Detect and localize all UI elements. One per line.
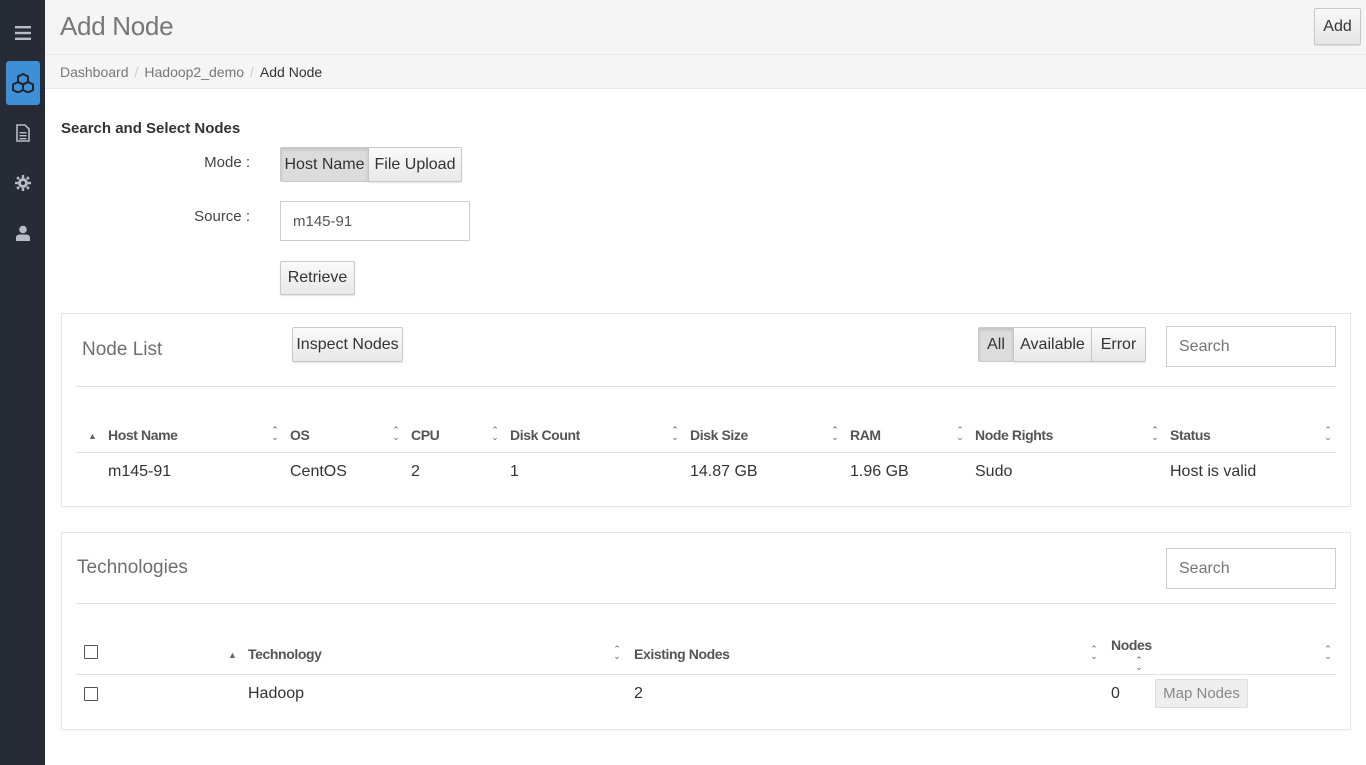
source-input[interactable] <box>280 201 470 241</box>
mode-toggle: Host Name File Upload <box>280 147 462 182</box>
table-cell-technology: Hadoop <box>248 685 305 702</box>
col-ram[interactable]: RAM <box>850 427 881 443</box>
sort-icon[interactable]: ⌃ ⌄ <box>1323 645 1333 661</box>
technology-search-input[interactable] <box>1166 548 1336 589</box>
menu-toggle[interactable] <box>0 11 45 55</box>
sort-icon[interactable]: ⌃ ⌄ <box>490 426 500 442</box>
table-cell-disk-count: 1 <box>510 463 519 480</box>
table-cell-node-rights: Sudo <box>975 463 1013 480</box>
page-title: Add Node <box>60 11 174 41</box>
col-status[interactable]: Status <box>1170 427 1211 443</box>
filter-all-button[interactable]: All <box>978 327 1014 362</box>
sidebar-item-users[interactable] <box>0 211 45 255</box>
col-cpu[interactable]: CPU <box>411 427 440 443</box>
sort-icon[interactable]: ⌃ ⌄ <box>612 645 622 661</box>
divider <box>76 674 1336 675</box>
sidebar <box>0 0 45 765</box>
sort-icon[interactable]: ⌃ ⌄ <box>1089 645 1099 661</box>
col-existing-nodes[interactable]: Existing Nodes <box>634 646 730 662</box>
mode-file-upload-button[interactable]: File Upload <box>369 147 462 182</box>
technologies-title: Technologies <box>77 557 188 578</box>
sidebar-item-clusters[interactable] <box>0 61 45 105</box>
map-nodes-button[interactable]: Map Nodes <box>1155 679 1248 708</box>
breadcrumb-cluster[interactable]: Hadoop2_demo <box>144 64 244 80</box>
sort-asc-icon: ▲ <box>88 431 97 441</box>
inspect-nodes-button[interactable]: Inspect Nodes <box>292 327 403 362</box>
sidebar-item-documents[interactable] <box>0 111 45 155</box>
search-select-title: Search and Select Nodes <box>61 120 241 137</box>
table-cell-cpu: 2 <box>411 463 420 480</box>
node-search-input[interactable] <box>1166 326 1336 367</box>
table-cell-nodes: 0 <box>1111 685 1120 702</box>
page-header: Add Node Add <box>45 0 1366 54</box>
divider <box>76 452 1336 453</box>
breadcrumb: Dashboard / Hadoop2_demo / Add Node <box>45 54 1366 89</box>
col-nodes[interactable]: Nodes <box>1111 637 1152 653</box>
breadcrumb-separator: / <box>134 63 139 80</box>
divider <box>76 386 1336 387</box>
sort-icon[interactable]: ⌃ ⌄ <box>1134 656 1144 672</box>
sort-icon[interactable]: ⌃ ⌄ <box>1323 426 1333 442</box>
breadcrumb-dashboard[interactable]: Dashboard <box>60 64 129 80</box>
table-cell-host-name: m145-91 <box>108 463 172 480</box>
table-cell-status: Host is valid <box>1170 463 1257 480</box>
cubes-icon <box>11 73 34 93</box>
breadcrumb-current: Add Node <box>259 63 323 80</box>
sort-icon[interactable]: ⌃ ⌄ <box>955 426 965 442</box>
table-cell-ram: 1.96 GB <box>850 463 909 480</box>
col-os[interactable]: OS <box>290 427 310 443</box>
user-icon <box>15 225 30 241</box>
col-host-name[interactable]: Host Name <box>108 427 178 443</box>
row-checkbox[interactable] <box>84 687 98 701</box>
sort-asc-icon: ▲ <box>228 650 237 660</box>
col-node-rights[interactable]: Node Rights <box>975 427 1053 443</box>
mode-host-name-button[interactable]: Host Name <box>280 147 369 182</box>
document-icon <box>15 124 30 142</box>
filter-error-button[interactable]: Error <box>1092 327 1146 362</box>
sort-icon[interactable]: ⌃ ⌄ <box>670 426 680 442</box>
table-cell-existing-nodes: 2 <box>634 685 643 702</box>
table-cell-os: CentOS <box>290 463 347 480</box>
technologies-panel: Technologies ▲ Technology ⌃⌄ Existing No… <box>61 532 1351 730</box>
status-filter: All Available Error <box>978 327 1146 362</box>
breadcrumb-separator: / <box>250 63 254 80</box>
menu-icon <box>14 26 31 40</box>
filter-available-button[interactable]: Available <box>1014 327 1092 362</box>
node-list-panel: Node List Inspect Nodes All Available Er… <box>61 313 1351 507</box>
retrieve-button[interactable]: Retrieve <box>280 261 355 295</box>
sidebar-item-settings[interactable] <box>0 161 45 205</box>
add-button[interactable]: Add <box>1314 8 1361 45</box>
col-disk-count[interactable]: Disk Count <box>510 427 580 443</box>
node-list-title: Node List <box>82 339 163 360</box>
sort-icon[interactable]: ⌃ ⌄ <box>1150 426 1160 442</box>
sort-icon[interactable]: ⌃ ⌄ <box>391 426 401 442</box>
col-technology[interactable]: Technology <box>248 646 322 662</box>
col-disk-size[interactable]: Disk Size <box>690 427 748 443</box>
mode-label: Mode : <box>204 154 250 171</box>
sort-icon[interactable]: ⌃ ⌄ <box>830 426 840 442</box>
gear-icon <box>14 175 31 191</box>
select-all-checkbox[interactable] <box>84 645 98 659</box>
table-cell-disk-size: 14.87 GB <box>690 463 758 480</box>
source-label: Source : <box>194 208 250 225</box>
sort-icon[interactable]: ⌃ ⌄ <box>270 426 280 442</box>
divider <box>76 603 1336 604</box>
